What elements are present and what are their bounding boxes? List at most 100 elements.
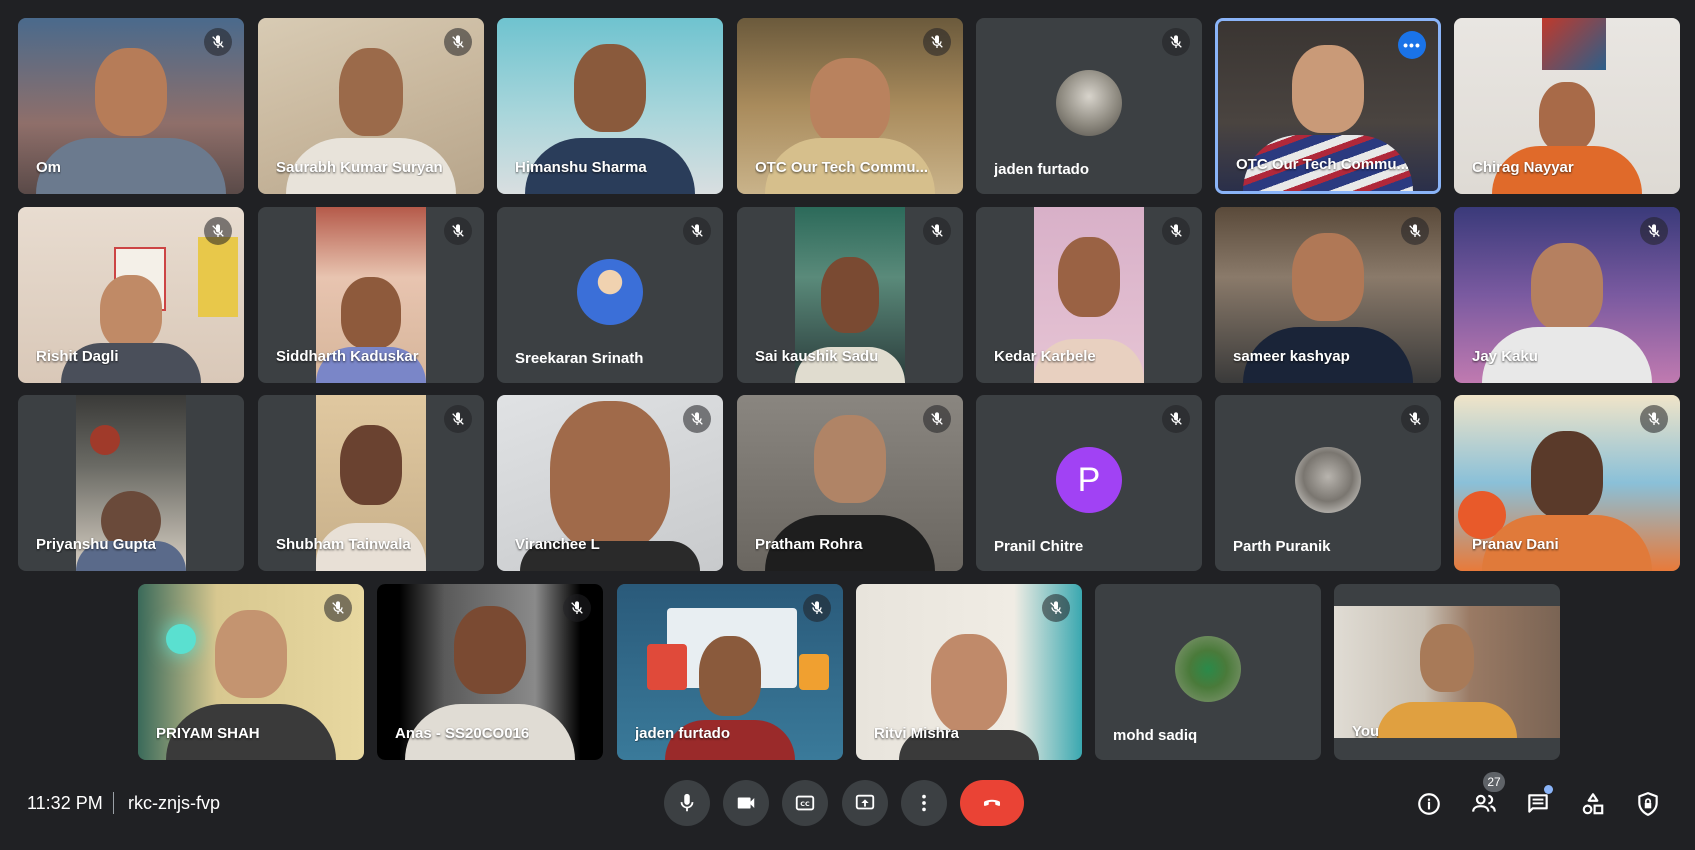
participant-tile[interactable]: Shubham Tainwala: [258, 395, 484, 571]
bottom-control-bar: 11:32 PM rkc-znjs-fvp CC 27: [0, 768, 1695, 838]
mic-icon: [680, 793, 694, 812]
mic-off-icon: [1162, 28, 1190, 56]
present-button[interactable]: [842, 780, 888, 826]
participant-tile[interactable]: Rishit Dagli: [18, 207, 244, 383]
mic-off-icon: [683, 405, 711, 433]
participant-name: Om: [36, 159, 62, 176]
mic-off-icon: [563, 594, 591, 622]
participant-avatar: [1175, 636, 1241, 702]
mic-off-icon: [204, 217, 232, 245]
participant-tile[interactable]: Sai kaushik Sadu: [737, 207, 963, 383]
participant-name: PRIYAM SHAH: [156, 725, 260, 742]
participant-tile[interactable]: Kedar Karbele: [976, 207, 1202, 383]
mic-off-icon: [923, 217, 951, 245]
participant-name: Kedar Karbele: [994, 348, 1096, 365]
more-options-icon[interactable]: •••: [1398, 31, 1426, 59]
participant-tile[interactable]: Saurabh Kumar Suryan: [258, 18, 484, 194]
host-controls-button[interactable]: [1632, 788, 1664, 820]
mic-off-icon: [324, 594, 352, 622]
participant-tile-self[interactable]: You: [1334, 584, 1560, 760]
participant-tile[interactable]: Jay Kaku: [1454, 207, 1680, 383]
info-icon: [1418, 793, 1440, 815]
participant-tile[interactable]: jaden furtado: [617, 584, 843, 760]
participant-tile[interactable]: Anas - SS20CO016: [377, 584, 603, 760]
more-vert-icon: [922, 794, 926, 812]
mic-off-icon: [444, 217, 472, 245]
participant-name: jaden furtado: [994, 161, 1090, 178]
participant-name: mohd sadiq: [1113, 727, 1198, 744]
mic-button[interactable]: [664, 780, 710, 826]
participant-name: Anas - SS20CO016: [395, 725, 530, 742]
participant-count-badge: 27: [1483, 772, 1505, 792]
camera-button[interactable]: [723, 780, 769, 826]
participant-tile[interactable]: OTC Our Tech Commu...: [737, 18, 963, 194]
participant-name: Viranchee L: [515, 536, 600, 553]
participant-tile[interactable]: Viranchee L: [497, 395, 723, 571]
activities-button[interactable]: [1577, 788, 1609, 820]
meeting-code: rkc-znjs-fvp: [128, 793, 221, 813]
mic-off-icon: [1162, 217, 1190, 245]
participant-name: Pranil Chitre: [994, 538, 1084, 555]
camera-icon: [737, 797, 755, 809]
participant-tile[interactable]: Parth Puranik: [1215, 395, 1441, 571]
divider: [113, 792, 114, 814]
captions-icon: CC: [795, 795, 815, 811]
participant-name: Parth Puranik: [1233, 538, 1331, 555]
end-call-icon: [983, 799, 1001, 806]
participant-tile[interactable]: mohd sadiq: [1095, 584, 1321, 760]
participant-avatar: [1295, 447, 1361, 513]
participant-avatar: [577, 259, 643, 325]
svg-text:CC: CC: [800, 800, 810, 808]
participant-name: Saurabh Kumar Suryan: [276, 159, 443, 176]
participant-name: OTC Our Tech Commu...: [1236, 156, 1410, 173]
participant-name: Chirag Nayyar: [1472, 159, 1574, 176]
host-controls-icon: [1638, 792, 1658, 816]
participant-tile[interactable]: Chirag Nayyar: [1454, 18, 1680, 194]
participant-tile[interactable]: sameer kashyap: [1215, 207, 1441, 383]
end-call-button[interactable]: [960, 780, 1024, 826]
participant-name: OTC Our Tech Commu...: [755, 159, 929, 176]
participant-tile[interactable]: Pranav Dani: [1454, 395, 1680, 571]
participant-name: Shubham Tainwala: [276, 536, 411, 553]
participant-name: Siddharth Kaduskar: [276, 348, 419, 365]
mic-off-icon: [1401, 217, 1429, 245]
mic-off-icon: [683, 217, 711, 245]
participant-name: Jay Kaku: [1472, 348, 1538, 365]
participant-tile-selected[interactable]: ••• OTC Our Tech Commu...: [1215, 18, 1441, 194]
participant-name: Pratham Rohra: [755, 536, 863, 553]
participant-tile[interactable]: PRIYAM SHAH: [138, 584, 364, 760]
participant-name: sameer kashyap: [1233, 348, 1350, 365]
people-icon: [1472, 794, 1496, 812]
participant-name: Rishit Dagli: [36, 348, 119, 365]
participant-tile[interactable]: Himanshu Sharma: [497, 18, 723, 194]
participant-tile[interactable]: Priyanshu Gupta: [18, 395, 244, 571]
mic-off-icon: [1162, 405, 1190, 433]
participant-tile[interactable]: Pratham Rohra: [737, 395, 963, 571]
activities-icon: [1582, 793, 1604, 815]
mic-off-icon: [444, 405, 472, 433]
mic-off-icon: [1640, 217, 1668, 245]
present-icon: [855, 794, 875, 810]
participant-name: Pranav Dani: [1472, 536, 1559, 553]
participant-name: Sai kaushik Sadu: [755, 348, 879, 365]
mic-off-icon: [923, 28, 951, 56]
participant-tile[interactable]: Ritvi Mishra: [856, 584, 1082, 760]
info-button[interactable]: [1413, 788, 1445, 820]
participant-tile[interactable]: P Pranil Chitre: [976, 395, 1202, 571]
mic-off-icon: [1640, 405, 1668, 433]
participant-tile[interactable]: Sreekaran Srinath: [497, 207, 723, 383]
mic-off-icon: [803, 594, 831, 622]
mic-off-icon: [444, 28, 472, 56]
more-button[interactable]: [901, 780, 947, 826]
people-button[interactable]: [1468, 788, 1500, 820]
mic-off-icon: [204, 28, 232, 56]
participant-tile[interactable]: Om: [18, 18, 244, 194]
participant-tile[interactable]: jaden furtado: [976, 18, 1202, 194]
meeting-time: 11:32 PM: [27, 793, 103, 813]
mic-off-icon: [1401, 405, 1429, 433]
participant-tile[interactable]: Siddharth Kaduskar: [258, 207, 484, 383]
captions-button[interactable]: CC: [782, 780, 828, 826]
participant-avatar: P: [1056, 447, 1122, 513]
participant-avatar: [1056, 70, 1122, 136]
participant-name: You: [1352, 723, 1380, 740]
